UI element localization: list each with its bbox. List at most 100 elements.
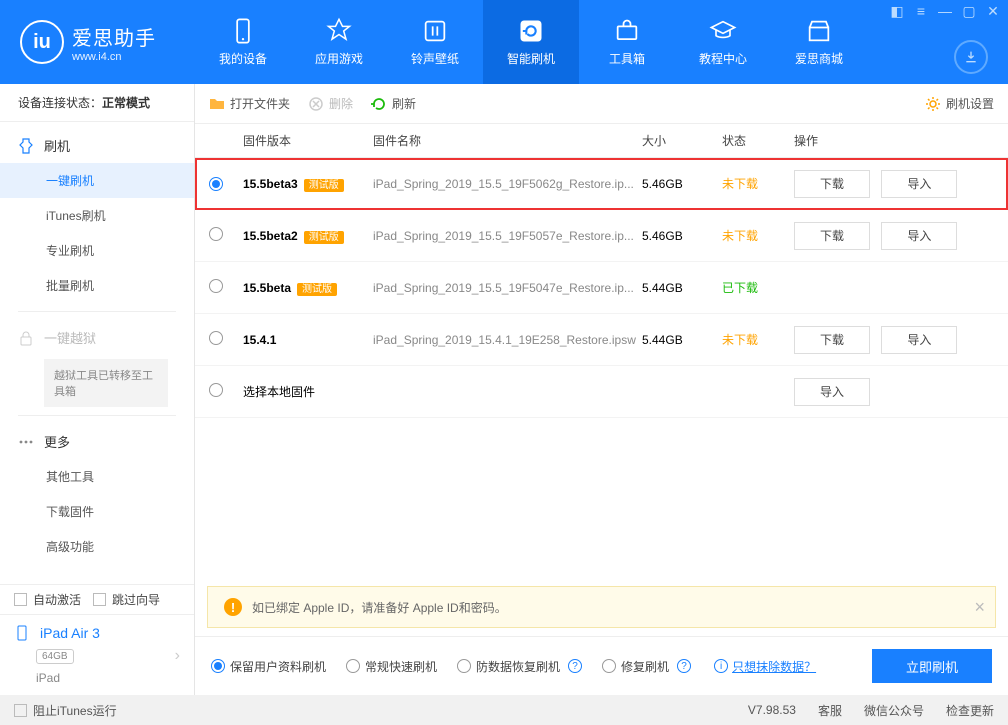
sidebar-item-flash[interactable]: 刷机	[0, 128, 194, 163]
flash-now-button[interactable]: 立即刷机	[872, 649, 992, 683]
toolbar: 打开文件夹 删除 刷新 刷机设置	[195, 84, 1008, 124]
skin-icon[interactable]: ◧	[890, 4, 904, 18]
table-row[interactable]: 15.5beta3测试版 iPad_Spring_2019_15.5_19F50…	[195, 158, 1008, 210]
jailbreak-note: 越狱工具已转移至工具箱	[44, 359, 168, 407]
row-radio[interactable]	[209, 227, 223, 241]
row-size: 5.46GB	[642, 229, 722, 243]
flash-action-bar: 保留用户资料刷机 常规快速刷机 防数据恢复刷机? 修复刷机? i只想抹除数据？ …	[195, 636, 1008, 695]
nav-apps[interactable]: 应用游戏	[291, 0, 387, 84]
import-button[interactable]: 导入	[794, 378, 870, 406]
store-icon	[805, 17, 833, 45]
row-status: 未下载	[722, 227, 794, 244]
row-radio[interactable]	[209, 383, 223, 397]
more-icon	[18, 434, 34, 450]
update-link[interactable]: 检查更新	[946, 702, 994, 719]
import-button[interactable]: 导入	[881, 170, 957, 198]
wechat-link[interactable]: 微信公众号	[864, 702, 924, 719]
sidebar-sub-advanced[interactable]: 高级功能	[0, 529, 194, 564]
table-row[interactable]: 15.5beta测试版 iPad_Spring_2019_15.5_19F504…	[195, 262, 1008, 314]
row-status: 未下载	[722, 331, 794, 348]
nav-store[interactable]: 爱思商城	[771, 0, 867, 84]
mode-normal[interactable]: 常规快速刷机	[346, 658, 437, 675]
device-type: iPad	[36, 671, 60, 685]
nav-toolbox[interactable]: 工具箱	[579, 0, 675, 84]
sidebar-item-more[interactable]: 更多	[0, 424, 194, 459]
row-version: 15.4.1	[243, 333, 373, 347]
sidebar-sub-itunes[interactable]: iTunes刷机	[0, 198, 194, 233]
header-name: 固件名称	[373, 132, 642, 149]
sidebar-sub-oneclick[interactable]: 一键刷机	[0, 163, 194, 198]
row-radio[interactable]	[209, 177, 223, 191]
maximize-icon[interactable]: ▢	[962, 4, 976, 18]
row-size: 5.46GB	[642, 177, 722, 191]
support-link[interactable]: 客服	[818, 702, 842, 719]
button-label: 刷机设置	[946, 95, 994, 112]
toolbox-icon	[613, 17, 641, 45]
table-row-local[interactable]: 选择本地固件 导入	[195, 366, 1008, 418]
gear-icon	[925, 96, 941, 112]
nav-label: 爱思商城	[795, 50, 843, 67]
appstore-icon	[325, 17, 353, 45]
open-folder-button[interactable]: 打开文件夹	[209, 95, 290, 112]
button-label: 删除	[329, 95, 353, 112]
statusbar: 阻止iTunes运行 V7.98.53 客服 微信公众号 检查更新	[0, 695, 1008, 725]
table-row[interactable]: 15.4.1 iPad_Spring_2019_15.4.1_19E258_Re…	[195, 314, 1008, 366]
sidebar-sub-pro[interactable]: 专业刷机	[0, 233, 194, 268]
brand-title: 爱思助手	[72, 22, 156, 51]
mode-keep-data[interactable]: 保留用户资料刷机	[211, 658, 326, 675]
radio-dot-icon	[602, 659, 616, 673]
skip-guide-checkbox[interactable]	[93, 593, 106, 606]
nav-label: 我的设备	[219, 50, 267, 67]
nav-ringtones[interactable]: 铃声壁纸	[387, 0, 483, 84]
nav-my-device[interactable]: 我的设备	[195, 0, 291, 84]
storage-chip: 64GB	[36, 649, 74, 664]
nav-label: 智能刷机	[507, 50, 555, 67]
device-type-row: iPad	[0, 671, 194, 695]
nav-label: 教程中心	[699, 50, 747, 67]
row-local-label: 选择本地固件	[243, 383, 642, 400]
download-manager-button[interactable]	[954, 40, 988, 74]
mode-repair[interactable]: 修复刷机?	[602, 658, 691, 675]
chevron-right-icon[interactable]: ›	[175, 647, 180, 665]
row-filename: iPad_Spring_2019_15.5_19F5047e_Restore.i…	[373, 281, 642, 295]
sidebar-sub-batch[interactable]: 批量刷机	[0, 268, 194, 303]
warning-icon: !	[224, 598, 242, 616]
menu-icon[interactable]: ≡	[914, 4, 928, 18]
block-itunes-checkbox[interactable]	[14, 704, 27, 717]
import-button[interactable]: 导入	[881, 326, 957, 354]
download-button[interactable]: 下载	[794, 326, 870, 354]
auto-activate-row: 自动激活 跳过向导	[0, 585, 194, 614]
refresh-button[interactable]: 刷新	[371, 95, 416, 112]
help-icon[interactable]: ?	[568, 659, 582, 673]
grad-cap-icon	[709, 17, 737, 45]
sidebar-bottom: 自动激活 跳过向导 iPad Air 3 64GB › iPad	[0, 584, 194, 695]
nav-flash[interactable]: 智能刷机	[483, 0, 579, 84]
mode-anti-recovery[interactable]: 防数据恢复刷机?	[457, 658, 582, 675]
download-icon	[963, 49, 979, 65]
row-radio[interactable]	[209, 279, 223, 293]
logo-area[interactable]: iu 爱思助手 www.i4.cn	[0, 20, 195, 64]
block-itunes-label: 阻止iTunes运行	[33, 702, 117, 719]
alert-close-button[interactable]: ×	[974, 597, 985, 618]
device-icon	[14, 625, 30, 641]
flash-settings-button[interactable]: 刷机设置	[925, 95, 994, 112]
erase-data-link[interactable]: 只想抹除数据？	[732, 658, 816, 675]
nav-tutorials[interactable]: 教程中心	[675, 0, 771, 84]
phone-icon	[229, 17, 257, 45]
download-button[interactable]: 下载	[794, 170, 870, 198]
table-header: 固件版本 固件名称 大小 状态 操作	[195, 124, 1008, 158]
lock-icon	[18, 330, 34, 346]
auto-activate-checkbox[interactable]	[14, 593, 27, 606]
row-filename: iPad_Spring_2019_15.4.1_19E258_Restore.i…	[373, 333, 642, 347]
sidebar-sub-other[interactable]: 其他工具	[0, 459, 194, 494]
sidebar-sub-download-fw[interactable]: 下载固件	[0, 494, 194, 529]
row-radio[interactable]	[209, 331, 223, 345]
help-icon[interactable]: ?	[677, 659, 691, 673]
minimize-icon[interactable]: —	[938, 4, 952, 18]
import-button[interactable]: 导入	[881, 222, 957, 250]
table-row[interactable]: 15.5beta2测试版 iPad_Spring_2019_15.5_19F50…	[195, 210, 1008, 262]
download-button[interactable]: 下载	[794, 222, 870, 250]
header-status: 状态	[722, 132, 794, 149]
header-actions: 操作	[794, 132, 994, 149]
close-icon[interactable]: ✕	[986, 4, 1000, 18]
